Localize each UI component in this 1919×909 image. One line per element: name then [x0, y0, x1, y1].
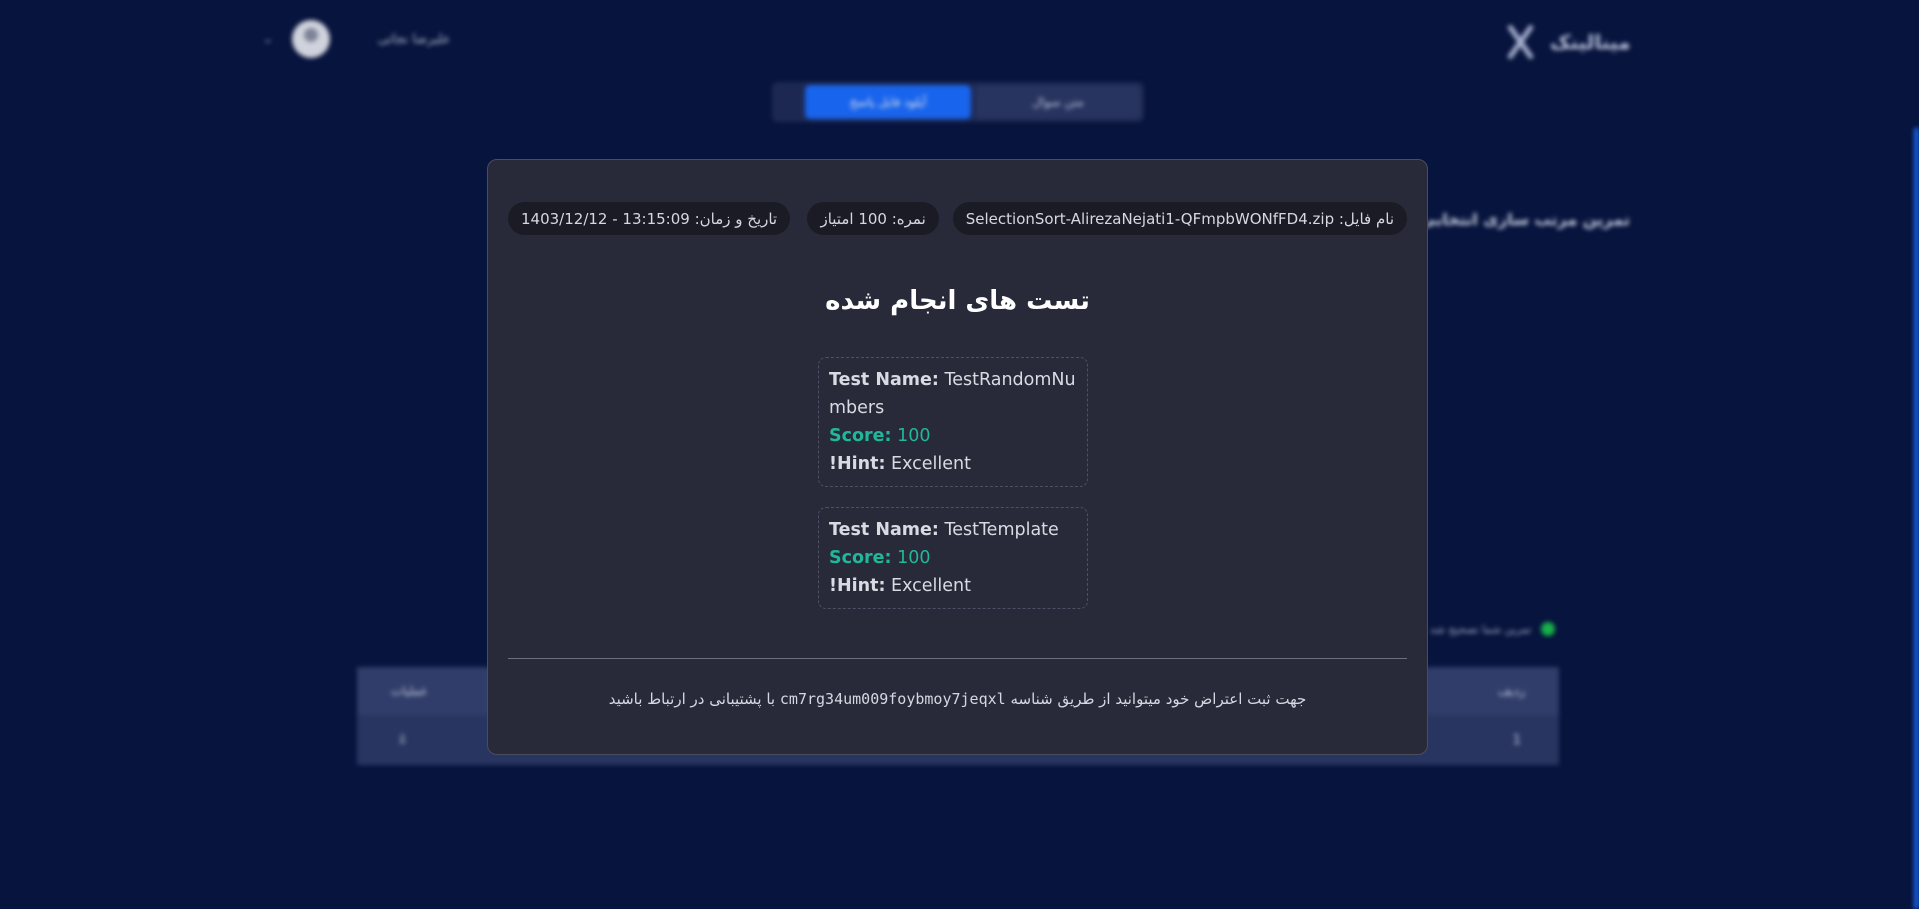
test-list: Test Name: TestRandomNumbers Score: 100 … [818, 357, 1088, 629]
chip-group: نام فایل: SelectionSort-AlirezaNejati1-Q… [807, 202, 1407, 235]
logo-text: مینالینک [1550, 30, 1631, 54]
score-chip: نمره: 100 امتیاز [807, 202, 939, 235]
tab-question-text[interactable]: متن سوال [975, 85, 1141, 119]
datetime-chip: تاریخ و زمان: 13:15:09 - 1403/12/12 [508, 202, 791, 235]
status-dot-icon [1541, 622, 1556, 636]
appeal-note: جهت ثبت اعتراض خود میتوانید از طریق شناس… [488, 690, 1427, 708]
hint-value: Excellent [891, 454, 971, 474]
scrollbar[interactable] [1914, 128, 1919, 909]
status-indicator: تمرین شما تصحیح شد [1430, 622, 1556, 636]
test-card: Test Name: TestTemplate Score: 100 !Hint… [818, 507, 1088, 609]
test-name-label: Test Name: [829, 370, 939, 390]
score-value: 100 [897, 548, 931, 568]
hint-label: Hint: [836, 454, 886, 474]
avatar[interactable] [291, 20, 330, 58]
hint-line: !Hint: Excellent [829, 572, 1077, 600]
site-logo[interactable]: مینالینک [1500, 22, 1631, 62]
tab-bar: آپلود فایل پاسخ متن سوال [772, 82, 1144, 122]
column-header-row: ردیف [1498, 684, 1525, 698]
download-icon[interactable]: ⇩ [397, 733, 408, 748]
appeal-text-before: جهت ثبت اعتراض خود میتوانید از طریق شناس… [1010, 690, 1307, 708]
file-name-chip: نام فایل: SelectionSort-AlirezaNejati1-Q… [952, 202, 1407, 235]
row-number: 1 [1512, 732, 1521, 748]
chevron-down-icon[interactable]: ⌄ [262, 31, 274, 47]
username: علیرضا نجاتی [377, 31, 451, 47]
hint-line: !Hint: Excellent [829, 450, 1077, 478]
test-name-line: Test Name: TestRandomNumbers [829, 366, 1077, 422]
score-label: Score: [829, 548, 892, 568]
divider [508, 658, 1407, 659]
info-chips: نام فایل: SelectionSort-AlirezaNejati1-Q… [508, 202, 1407, 235]
test-results-modal: نام فایل: SelectionSort-AlirezaNejati1-Q… [487, 159, 1428, 755]
hint-prefix: ! [829, 576, 837, 596]
top-bar: مینالینک ⌄ علیرضا نجاتی [0, 0, 1919, 80]
hint-value: Excellent [891, 576, 971, 596]
page-title: تمرین مرتب سازی انتخابی [1420, 210, 1630, 229]
test-name-value: TestTemplate [944, 520, 1059, 540]
user-menu[interactable]: ⌄ علیرضا نجاتی [262, 20, 450, 58]
appeal-text-after: با پشتیبانی در ارتباط باشید [608, 690, 776, 708]
tab-upload-answer[interactable]: آپلود فایل پاسخ [805, 85, 971, 119]
hint-prefix: ! [829, 454, 837, 474]
score-line: Score: 100 [829, 422, 1077, 450]
submission-id[interactable]: cm7rg34um009foybmoy7jeqxl [780, 690, 1006, 708]
modal-title: تست های انجام شده [825, 286, 1090, 316]
test-card: Test Name: TestRandomNumbers Score: 100 … [818, 357, 1088, 487]
logo-mark-icon [1500, 22, 1540, 62]
test-name-line: Test Name: TestTemplate [829, 516, 1077, 544]
status-text: تمرین شما تصحیح شد [1430, 622, 1532, 636]
score-line: Score: 100 [829, 544, 1077, 572]
score-value: 100 [897, 426, 931, 446]
score-label: Score: [829, 426, 892, 446]
hint-label: Hint: [836, 576, 886, 596]
column-header-actions: عملیات [391, 684, 428, 698]
test-name-label: Test Name: [829, 520, 939, 540]
